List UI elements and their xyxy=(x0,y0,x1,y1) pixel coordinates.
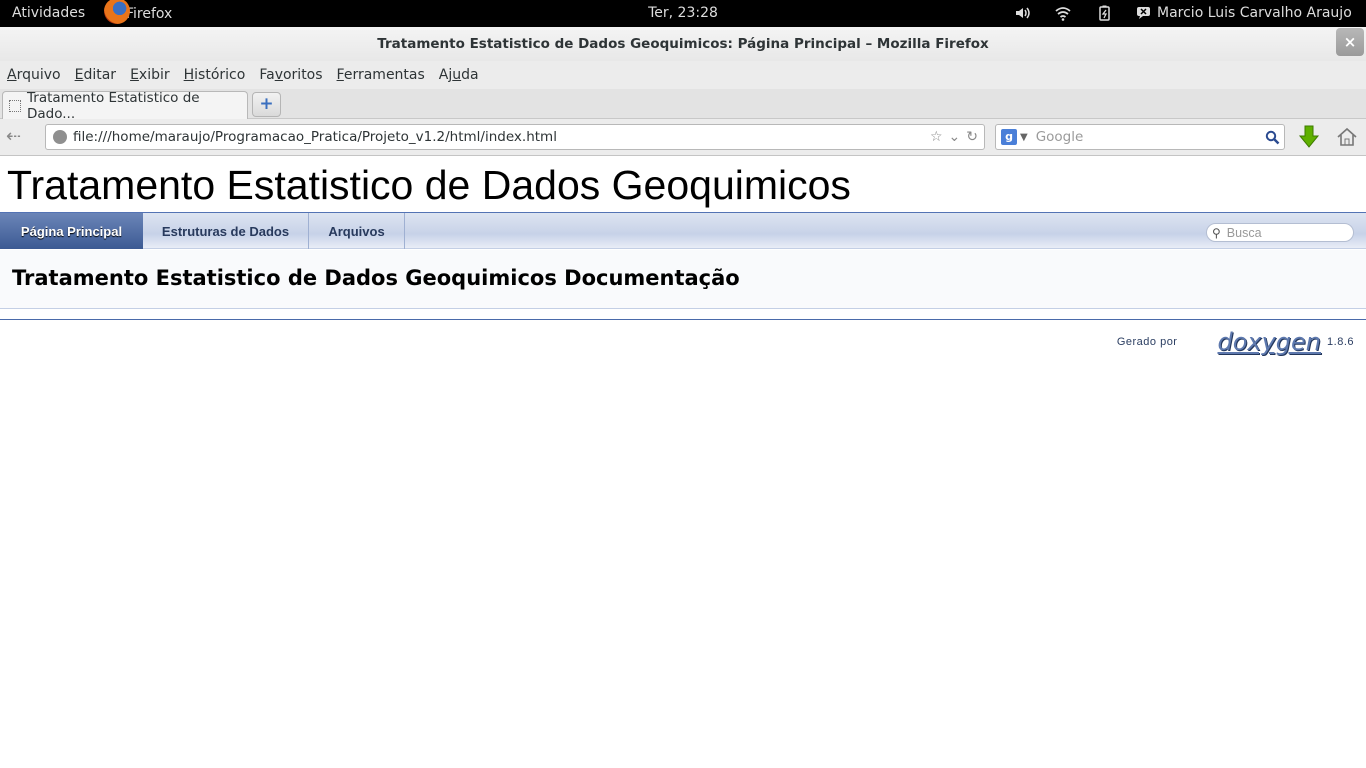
tab-arquivos[interactable]: Arquivos xyxy=(309,213,405,249)
url-input[interactable]: file:///home/maraujo/Programacao_Pratica… xyxy=(73,129,930,145)
doxygen-logo-link[interactable]: doxygen xyxy=(1217,328,1321,356)
wifi-icon[interactable] xyxy=(1054,4,1072,22)
doc-search-input[interactable]: Busca xyxy=(1227,226,1262,240)
home-icon[interactable] xyxy=(1335,125,1359,149)
user-menu[interactable]: Marcio Luis Carvalho Araujo xyxy=(1136,5,1352,21)
window-title: Tratamento Estatistico de Dados Geoquimi… xyxy=(377,36,989,52)
search-icon[interactable] xyxy=(1265,130,1280,145)
page-title: Tratamento Estatistico de Dados Geoquimi… xyxy=(12,266,740,290)
app-menu-firefox[interactable]: Firefox xyxy=(104,0,172,27)
volume-icon[interactable] xyxy=(1014,4,1032,22)
battery-icon[interactable] xyxy=(1096,4,1114,22)
bookmark-star-icon[interactable]: ☆ xyxy=(930,129,943,145)
page-favicon-icon xyxy=(9,99,21,112)
search-input[interactable]: Google xyxy=(1036,129,1265,145)
doc-header: Tratamento Estatistico de Dados Geoquimi… xyxy=(0,250,1366,309)
menu-historico[interactable]: Histórico xyxy=(184,67,246,83)
menu-label-pre: Aj xyxy=(438,67,453,83)
menu-mnemonic: H xyxy=(183,67,195,83)
menu-label: erramentas xyxy=(343,67,425,83)
url-bar[interactable]: file:///home/maraujo/Programacao_Pratica… xyxy=(45,124,985,150)
user-name: Marcio Luis Carvalho Araujo xyxy=(1157,5,1352,21)
footer-divider xyxy=(0,319,1366,320)
menu-exibir[interactable]: Exibir xyxy=(130,67,170,83)
back-button[interactable]: ⇠ xyxy=(6,127,32,149)
menu-label: oritos xyxy=(282,67,323,83)
menu-editar[interactable]: Editar xyxy=(75,67,116,83)
tab-title: Tratamento Estatistico de Dado... xyxy=(27,89,200,122)
search-bar[interactable]: g ▼ Google xyxy=(995,124,1285,150)
menu-mnemonic: E xyxy=(130,67,139,83)
window-titlebar[interactable]: Tratamento Estatistico de Dados Geoquimi… xyxy=(0,27,1366,61)
tab-bar: Tratamento Estatistico de Dado... + xyxy=(0,89,1366,122)
footer-generated-by: Gerado por xyxy=(1116,336,1178,348)
tab-estruturas-de-dados[interactable]: Estruturas de Dados xyxy=(143,213,309,249)
doc-nav-tabs: Página Principal Estruturas de Dados Arq… xyxy=(0,213,1366,249)
clock[interactable]: Ter, 23:28 xyxy=(648,5,718,21)
navigation-toolbar: ⇠ file:///home/maraujo/Programacao_Prati… xyxy=(0,119,1366,156)
menu-ajuda[interactable]: Ajuda xyxy=(439,67,479,83)
google-icon[interactable]: g xyxy=(1001,129,1017,145)
chat-icon xyxy=(1137,7,1150,19)
url-bar-buttons: ☆ ⌄ ↻ xyxy=(930,129,978,145)
doc-footer: Gerado por doxygen 1.8.6 xyxy=(1117,328,1354,356)
menu-mnemonic: A xyxy=(7,67,17,83)
menu-label: rquivo xyxy=(16,67,61,83)
menu-label: ditar xyxy=(83,67,117,83)
menu-arquivo[interactable]: Arquivo xyxy=(7,67,61,83)
tab-pagina-principal[interactable]: Página Principal xyxy=(0,213,143,249)
menu-mnemonic: v xyxy=(274,67,283,83)
menu-label: istórico xyxy=(194,67,246,83)
menu-ferramentas[interactable]: Ferramentas xyxy=(337,67,425,83)
reload-icon[interactable]: ↻ xyxy=(966,129,978,145)
app-menu-label: Firefox xyxy=(126,5,173,22)
page-content: Tratamento Estatistico de Dados Geoquimi… xyxy=(0,156,1366,768)
browser-tab[interactable]: Tratamento Estatistico de Dado... xyxy=(2,89,248,122)
chevron-down-icon[interactable]: ▼ xyxy=(1020,132,1028,143)
menu-favoritos[interactable]: Favoritos xyxy=(259,67,322,83)
globe-icon xyxy=(53,130,67,144)
new-tab-button[interactable]: + xyxy=(252,92,281,117)
menu-mnemonic: F xyxy=(336,67,344,83)
history-dropdown-icon[interactable]: ⌄ xyxy=(949,129,961,145)
menu-label: xibir xyxy=(138,67,170,83)
window-close-button[interactable]: × xyxy=(1336,28,1364,56)
download-icon[interactable] xyxy=(1298,125,1320,149)
menu-bar: Arquivo Editar Exibir Histórico Favorito… xyxy=(0,61,1366,89)
project-name: Tratamento Estatistico de Dados Geoquimi… xyxy=(7,162,851,208)
system-top-bar: Atividades Firefox Ter, 23:28 Marcio Lui… xyxy=(0,0,1366,27)
menu-mnemonic: u xyxy=(452,67,462,83)
menu-label-pre: Fa xyxy=(259,67,275,83)
firefox-icon xyxy=(104,0,130,24)
activities-button[interactable]: Atividades xyxy=(12,5,85,21)
doc-search-box[interactable]: ⚲ Busca xyxy=(1206,223,1354,242)
search-icon: ⚲ xyxy=(1212,225,1221,240)
menu-label: da xyxy=(461,67,479,83)
back-arrow-icon: ⇠ xyxy=(6,126,22,147)
doxygen-version: 1.8.6 xyxy=(1327,336,1354,348)
